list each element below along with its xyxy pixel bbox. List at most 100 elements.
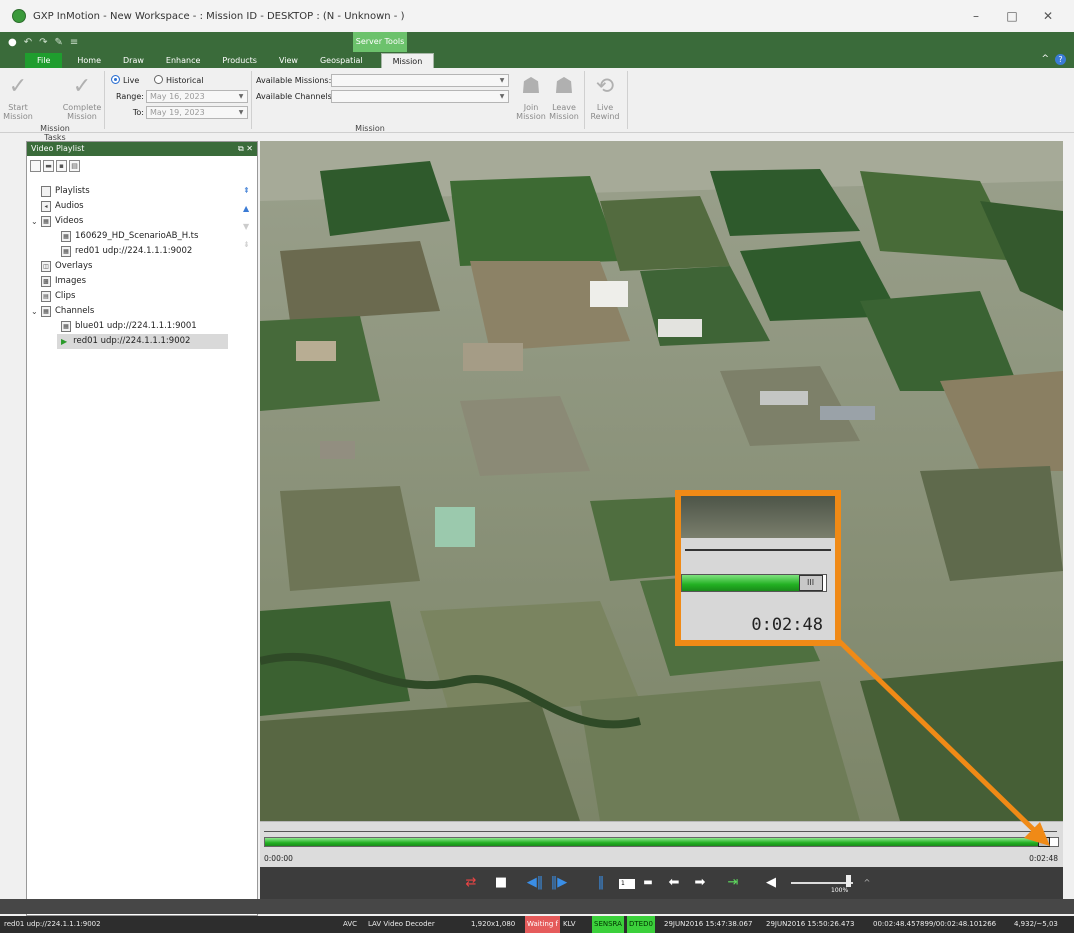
quick-access-toolbar: ● ↶ ↷ ✎ ≡ [8, 35, 78, 49]
tab-file[interactable]: File [25, 53, 63, 68]
playlist-toolbar: ▬ ▪ ▤ [27, 156, 257, 176]
go-live-icon[interactable]: ⇥ [722, 875, 744, 891]
tree-item-label: red01 udp://224.1.1.1:9002 [75, 246, 193, 256]
help-icon[interactable]: ? [1055, 54, 1066, 65]
window-title: GXP InMotion - New Workspace - : Mission… [33, 10, 405, 22]
move-top-icon[interactable]: ⇞ [243, 186, 250, 195]
playback-controls: ⇄ ■ ◀‖ ‖▶ ‖ 1 ▬ ⬅ ➡ ⇥ ◀ 100% ^ [260, 867, 1063, 899]
group-separator [584, 71, 585, 129]
customize-qat-icon[interactable]: ≡ [70, 37, 78, 48]
tree-item-label: Channels [55, 306, 95, 316]
new-playlist-icon[interactable] [30, 160, 41, 172]
live-rewind-button[interactable]: ⟲ Live Rewind [586, 74, 624, 121]
float-panel-icon[interactable]: ⧉ [238, 144, 244, 153]
save-playlist-icon[interactable]: ▪ [56, 160, 67, 172]
move-down-icon[interactable]: ▼ [243, 222, 249, 231]
move-up-icon[interactable]: ▲ [243, 204, 249, 213]
leave-mission-button[interactable]: ☗ Leave Mission [548, 74, 580, 121]
arrow-right-icon[interactable]: ➡ [689, 875, 711, 891]
historical-radio[interactable]: Historical [154, 75, 203, 85]
timeline-progress-fill [265, 838, 1051, 846]
move-bottom-icon[interactable]: ⇟ [243, 240, 250, 249]
step-back-icon[interactable]: ◀‖ [525, 875, 545, 891]
video-file-icon: ▦ [61, 231, 71, 242]
video-file-icon: ▦ [61, 246, 71, 257]
status-resolution: 1,920x1,080 [471, 920, 516, 928]
maximize-button[interactable]: □ [1004, 8, 1020, 24]
tab-home[interactable]: Home [66, 53, 112, 68]
tree-item-label: Images [55, 276, 87, 286]
chevron-down-icon[interactable]: ⌄ [31, 304, 41, 319]
range-date-value: May 16, 2023 [150, 92, 205, 101]
tab-mission[interactable]: Mission [380, 53, 435, 68]
edit-icon[interactable]: ✎ [55, 37, 63, 48]
channel-folder-icon: ▦ [41, 306, 51, 317]
live-radio[interactable]: Live [111, 75, 139, 85]
collapse-ribbon-icon[interactable]: ^ [1041, 54, 1049, 65]
available-channels-dropdown[interactable]: ▼ [331, 90, 509, 103]
status-decoder: LAV Video Decoder [368, 920, 435, 928]
tree-item-playlists[interactable]: Playlists [31, 184, 90, 199]
tree-item-clips[interactable]: ▤ Clips [31, 289, 75, 304]
chevron-down-icon[interactable]: ⌄ [31, 214, 41, 229]
volume-icon[interactable]: ◀ [762, 875, 780, 891]
start-mission-button[interactable]: ✓ Start Mission [2, 74, 34, 121]
mission-tasks-group-label: Mission Tasks [40, 124, 70, 142]
minimize-button[interactable]: – [968, 8, 984, 24]
close-button[interactable]: ✕ [1040, 8, 1056, 24]
range-date-picker[interactable]: May 16, 2023 ▼ [146, 90, 248, 103]
available-missions-dropdown[interactable]: ▼ [331, 74, 509, 87]
start-mission-icon: ✓ [8, 74, 28, 99]
tree-item-overlays[interactable]: ◫ Overlays [31, 259, 92, 274]
video-playlist-panel: Video Playlist ⧉ ✕ ▬ ▪ ▤ Playlists ◂ Aud… [26, 141, 258, 916]
redo-icon[interactable]: ↷ [39, 37, 47, 48]
controls-expand-icon[interactable]: ^ [862, 875, 872, 891]
import-playlist-icon[interactable]: ▤ [69, 160, 80, 172]
timeline-track[interactable]: III [264, 837, 1059, 847]
open-playlist-icon[interactable]: ▬ [43, 160, 54, 172]
tree-item-video-stream[interactable]: ▦ red01 udp://224.1.1.1:9002 [61, 244, 192, 259]
tree-item-label: Overlays [55, 261, 93, 271]
undo-icon[interactable]: ↶ [24, 37, 32, 48]
app-menu-icon[interactable]: ● [8, 37, 17, 48]
tab-products[interactable]: Products [211, 53, 268, 68]
close-panel-icon[interactable]: ✕ [246, 144, 253, 153]
timeline-scrub-handle[interactable]: III [1038, 837, 1051, 847]
tree-item-audios[interactable]: ◂ Audios [31, 199, 84, 214]
tree-item-images[interactable]: ▩ Images [31, 274, 86, 289]
available-missions-label: Available Missions: [256, 76, 332, 85]
callout-time: 0:02:48 [751, 615, 823, 635]
join-mission-button[interactable]: ☗ Join Mission [515, 74, 547, 121]
tree-item-video-file[interactable]: ▦ 160629_HD_ScenarioAB_H.ts [61, 229, 198, 244]
app-logo-icon [12, 9, 26, 23]
step-forward-icon[interactable]: ‖▶ [549, 875, 569, 891]
leave-mission-label: Leave Mission [549, 103, 579, 121]
pause-icon[interactable]: ‖ [594, 875, 608, 891]
volume-handle[interactable] [845, 875, 851, 887]
volume-slider[interactable] [791, 882, 853, 884]
video-viewport[interactable] [260, 141, 1063, 821]
join-mission-icon: ☗ [521, 74, 541, 99]
tab-view[interactable]: View [268, 53, 309, 68]
tree-item-channel-blue[interactable]: ▦ blue01 udp://224.1.1.1:9001 [61, 319, 197, 334]
frame-step-box-icon[interactable]: ▬ [640, 875, 656, 891]
tree-item-videos[interactable]: ⌄ ▦ Videos [31, 214, 83, 229]
to-label: To: [132, 108, 144, 117]
callout-divider [685, 549, 831, 551]
title-bar: GXP InMotion - New Workspace - : Mission… [0, 0, 1074, 32]
image-icon: ▩ [41, 276, 51, 287]
clip-icon: ▤ [41, 291, 51, 302]
tree-item-channels[interactable]: ⌄ ▦ Channels [31, 304, 94, 319]
complete-mission-button[interactable]: ✓ Complete Mission [62, 74, 102, 121]
join-mission-label: Join Mission [516, 103, 546, 121]
tree-item-channel-red-selected[interactable]: ▶ red01 udp://224.1.1.1:9002 [57, 334, 228, 349]
tab-geospatial[interactable]: Geospatial [309, 53, 374, 68]
loop-icon[interactable]: ⇄ [460, 875, 482, 891]
arrow-left-icon[interactable]: ⬅ [663, 875, 685, 891]
stop-icon[interactable]: ■ [493, 875, 509, 891]
frame-step-input[interactable]: 1 [619, 879, 635, 889]
to-date-picker[interactable]: May 19, 2023 ▼ [146, 106, 248, 119]
tab-draw[interactable]: Draw [112, 53, 155, 68]
callout-video-crop [681, 496, 835, 538]
tab-enhance[interactable]: Enhance [155, 53, 212, 68]
